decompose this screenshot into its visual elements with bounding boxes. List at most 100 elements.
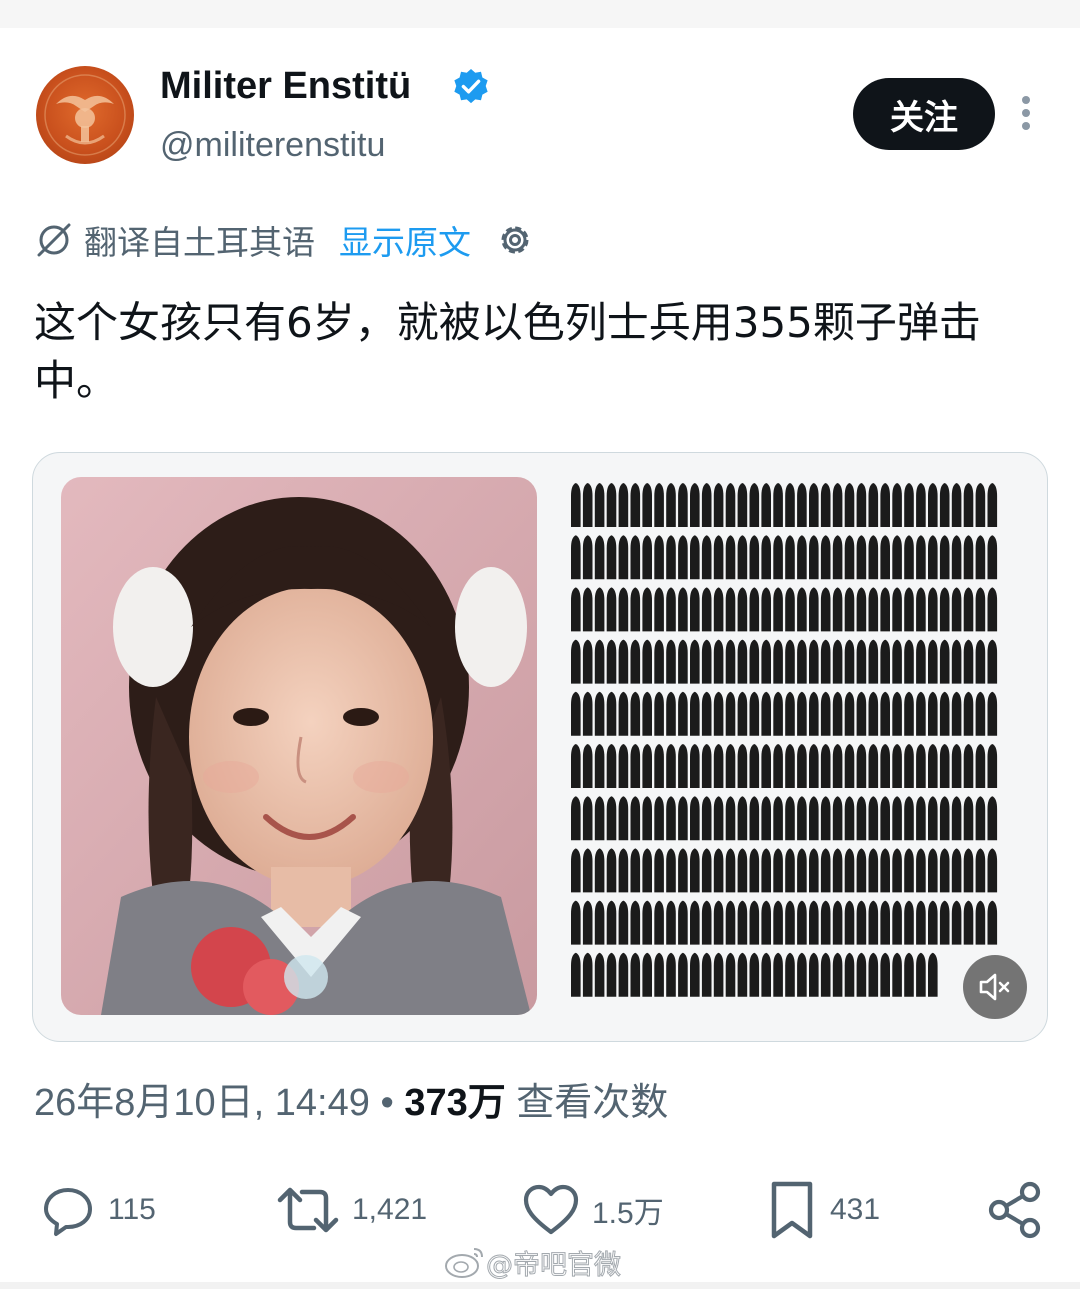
bullet bbox=[820, 691, 831, 736]
bullet bbox=[618, 900, 629, 945]
bullet bbox=[737, 744, 748, 788]
bullet bbox=[642, 848, 652, 893]
bullet bbox=[630, 900, 641, 945]
bullet bbox=[797, 639, 807, 684]
more-options-icon[interactable] bbox=[1016, 96, 1036, 132]
bullet bbox=[868, 744, 879, 788]
bullet bbox=[916, 744, 926, 788]
bullet bbox=[654, 691, 664, 736]
bullet bbox=[737, 639, 748, 684]
bullet bbox=[761, 848, 771, 893]
bullet bbox=[987, 587, 998, 632]
bullet bbox=[987, 848, 998, 893]
bullet bbox=[892, 535, 902, 580]
tweet-date[interactable]: 26年8月10日, 14:49 bbox=[34, 1082, 370, 1124]
girl-photo bbox=[61, 477, 537, 1015]
bullet bbox=[654, 900, 664, 945]
bullet bbox=[797, 535, 807, 580]
bullet bbox=[725, 691, 736, 736]
watermark-text: @帝吧官微 bbox=[486, 1249, 622, 1281]
reply-button[interactable]: 115 bbox=[40, 1178, 156, 1242]
bullet bbox=[678, 639, 688, 684]
bullet bbox=[951, 796, 962, 841]
bullet bbox=[809, 848, 819, 893]
bullet bbox=[690, 796, 700, 841]
bullet bbox=[892, 900, 902, 945]
bullet bbox=[975, 744, 986, 788]
bullet bbox=[582, 483, 593, 527]
follow-button[interactable]: 关注 bbox=[853, 78, 995, 150]
bullet bbox=[797, 796, 807, 841]
bullet bbox=[701, 535, 712, 580]
bullet bbox=[725, 639, 736, 684]
bullet bbox=[666, 483, 676, 527]
bullet bbox=[820, 744, 831, 788]
media-card[interactable] bbox=[32, 452, 1048, 1042]
bullet bbox=[868, 900, 879, 945]
bullet bbox=[749, 744, 760, 788]
repost-icon bbox=[277, 1187, 339, 1233]
bookmark-button[interactable]: 431 bbox=[766, 1178, 880, 1242]
show-original-link[interactable]: 显示原文 bbox=[339, 216, 471, 264]
bullet bbox=[594, 744, 605, 788]
bullet bbox=[892, 952, 902, 997]
reply-count: 115 bbox=[108, 1193, 156, 1226]
bullet bbox=[856, 796, 867, 841]
bullet bbox=[618, 796, 629, 841]
bullet bbox=[773, 587, 783, 632]
bullet bbox=[820, 587, 831, 632]
bullet bbox=[630, 691, 641, 736]
bullet bbox=[880, 691, 890, 736]
bullet bbox=[773, 483, 783, 527]
bullet bbox=[892, 796, 902, 841]
bullet bbox=[690, 587, 700, 632]
gear-icon[interactable] bbox=[495, 220, 535, 260]
bullet bbox=[785, 796, 795, 841]
bullet bbox=[773, 848, 783, 893]
bullet bbox=[856, 535, 867, 580]
bullet bbox=[904, 796, 914, 841]
bullet bbox=[880, 535, 890, 580]
bullet bbox=[761, 900, 771, 945]
bullet bbox=[844, 587, 855, 632]
bullet bbox=[975, 587, 986, 632]
bullet bbox=[880, 587, 890, 632]
bullet bbox=[582, 535, 593, 580]
bullet bbox=[654, 639, 664, 684]
action-bar: 115 1,421 1.5万 431 bbox=[0, 1178, 1080, 1242]
like-button[interactable]: 1.5万 bbox=[522, 1178, 664, 1242]
bullet bbox=[761, 952, 771, 997]
bullet bbox=[916, 691, 926, 736]
bullet bbox=[975, 691, 986, 736]
bullet bbox=[713, 639, 724, 684]
repost-button[interactable]: 1,421 bbox=[276, 1178, 427, 1242]
bullet bbox=[642, 796, 652, 841]
share-button[interactable] bbox=[986, 1178, 1044, 1242]
bullet bbox=[773, 535, 783, 580]
account-name[interactable]: Militer Enstitü bbox=[160, 62, 411, 110]
bullet bbox=[666, 639, 676, 684]
bullet bbox=[606, 639, 617, 684]
bullet bbox=[797, 691, 807, 736]
bullet bbox=[678, 848, 688, 893]
bullet bbox=[701, 796, 712, 841]
bullet bbox=[785, 848, 795, 893]
bullet bbox=[809, 483, 819, 527]
like-count: 1.5万 bbox=[592, 1197, 664, 1230]
bullet bbox=[856, 952, 867, 997]
bullet bbox=[642, 744, 652, 788]
bullet bbox=[928, 639, 938, 684]
bullet bbox=[797, 744, 807, 788]
bullet bbox=[797, 587, 807, 632]
bullet bbox=[904, 900, 914, 945]
mute-button[interactable] bbox=[963, 955, 1027, 1019]
bullet bbox=[797, 952, 807, 997]
avatar[interactable] bbox=[36, 66, 134, 164]
bullet bbox=[928, 691, 938, 736]
bullet bbox=[928, 796, 938, 841]
bullet bbox=[820, 483, 831, 527]
bullet bbox=[678, 483, 688, 527]
bullet bbox=[654, 535, 664, 580]
account-handle[interactable]: @militerenstitu bbox=[160, 124, 385, 166]
bullet bbox=[737, 900, 748, 945]
